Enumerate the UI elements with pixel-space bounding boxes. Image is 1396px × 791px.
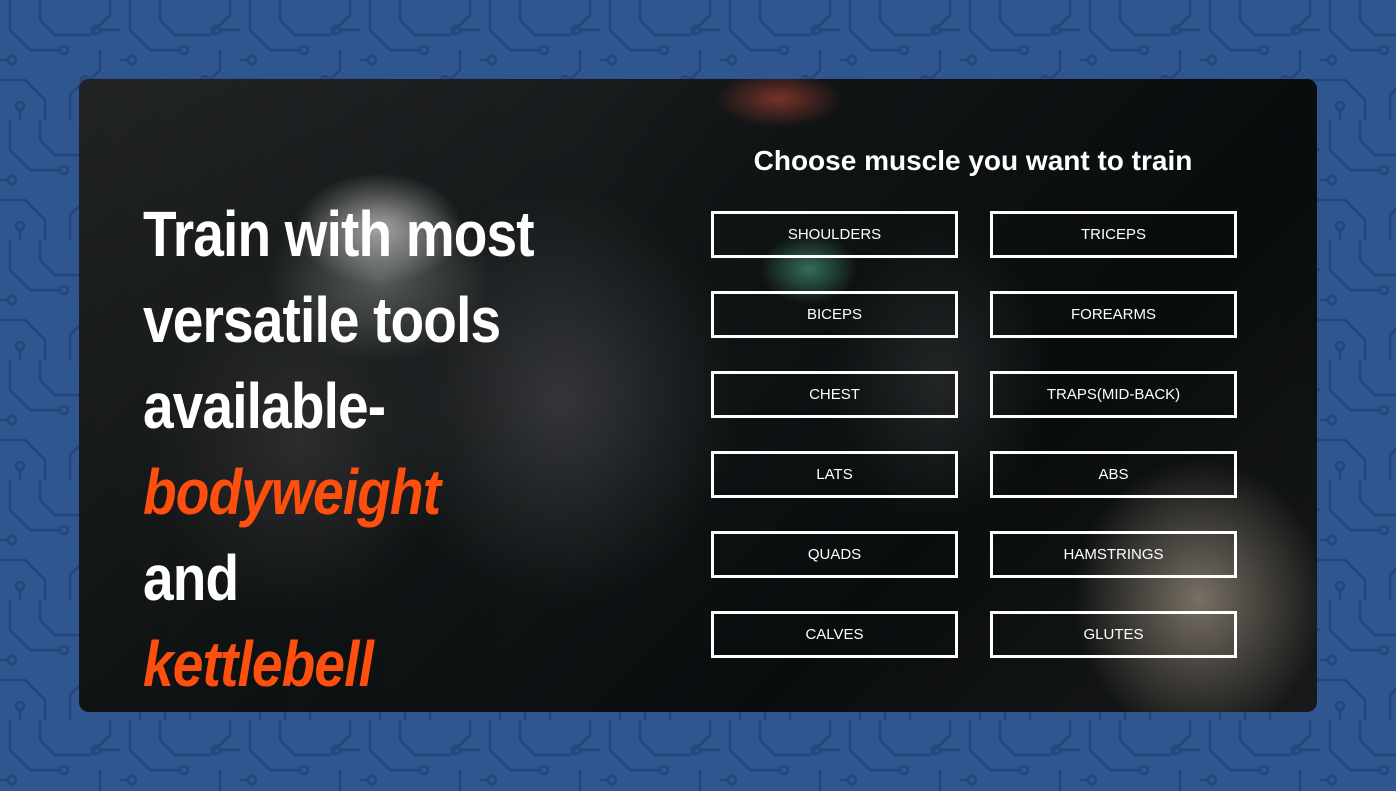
abs-button[interactable]: ABS xyxy=(990,451,1237,498)
glutes-button[interactable]: GLUTES xyxy=(990,611,1237,658)
muscle-picker-title: Choose muscle you want to train xyxy=(753,145,1193,176)
triceps-button[interactable]: TRICEPS xyxy=(990,211,1237,258)
lats-button[interactable]: LATS xyxy=(711,451,958,498)
forearms-button[interactable]: FOREARMS xyxy=(990,291,1237,338)
headline-connector: and xyxy=(143,542,239,614)
headline-accent-kettlebell: kettlebell xyxy=(143,628,374,700)
shoulders-button[interactable]: SHOULDERS xyxy=(711,211,958,258)
chest-button[interactable]: CHEST xyxy=(711,371,958,418)
calves-button[interactable]: CALVES xyxy=(711,611,958,658)
headline-accent-bodyweight: bodyweight xyxy=(143,456,441,528)
muscle-button-grid: SHOULDERS TRICEPS BICEPS FOREARMS CHEST … xyxy=(711,211,1237,658)
hamstrings-button[interactable]: HAMSTRINGS xyxy=(990,531,1237,578)
quads-button[interactable]: QUADS xyxy=(711,531,958,578)
headline-line-1: Train with most xyxy=(143,198,535,270)
hero-headline: Train with most versatile tools availabl… xyxy=(143,191,547,707)
headline-line-3: available- xyxy=(143,370,386,442)
headline-line-2: versatile tools xyxy=(143,284,501,356)
traps-mid-back-button[interactable]: TRAPS(MID-BACK) xyxy=(990,371,1237,418)
hero-card: Train with most versatile tools availabl… xyxy=(79,79,1317,712)
biceps-button[interactable]: BICEPS xyxy=(711,291,958,338)
